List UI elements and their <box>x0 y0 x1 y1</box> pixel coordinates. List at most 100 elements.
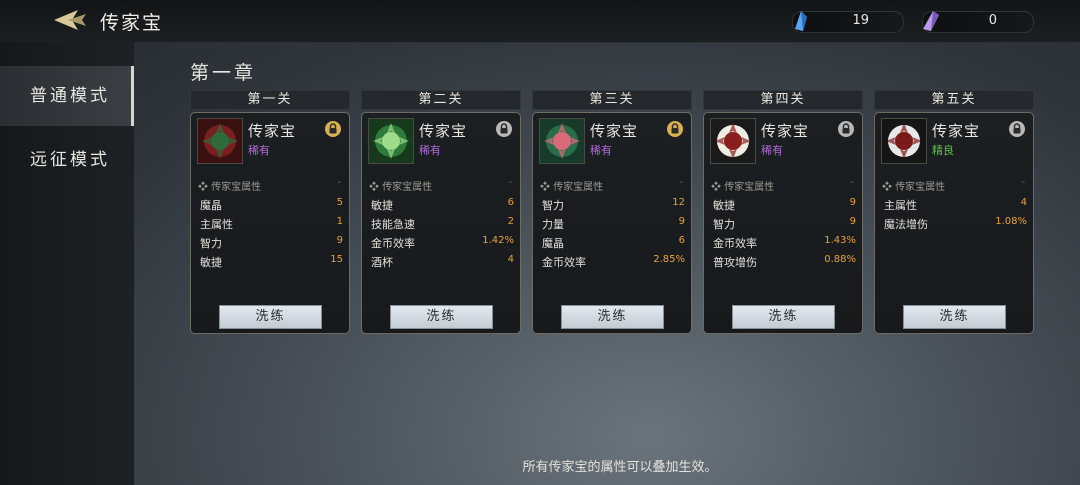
blue-crystal-count: 19 <box>852 13 869 28</box>
attr-name: 金币效率 <box>542 256 586 269</box>
attr-name: 酒杯 <box>371 256 393 269</box>
divider-dot: - <box>1021 177 1025 188</box>
attr-row: 力量 9 <box>542 214 685 233</box>
reroll-button[interactable]: 洗练 <box>903 305 1006 329</box>
sidebar-item-expedition-mode[interactable]: 远征模式 <box>0 130 134 190</box>
reroll-button[interactable]: 洗练 <box>390 305 493 329</box>
rarity-label: 稀有 <box>419 144 441 157</box>
attr-name: 敏捷 <box>371 199 393 212</box>
attr-section-title: 传家宝属性 <box>895 182 946 193</box>
stage-label: 第三关 <box>532 90 692 110</box>
attr-value: 6 <box>678 235 685 246</box>
lock-icon[interactable] <box>325 121 341 137</box>
attr-section-header: ❖ 传家宝属性 - <box>369 177 514 193</box>
attr-section-title: 传家宝属性 <box>211 182 262 193</box>
heirloom-name: 传家宝 <box>248 122 297 140</box>
lock-icon[interactable] <box>667 121 683 137</box>
card-body: 传家宝 稀有 ❖ 传家宝属性 - 智力 12 力量 9 魔晶 6 金币效率 2.… <box>532 112 692 334</box>
attr-row: 智力 9 <box>713 214 856 233</box>
stage-label: 第二关 <box>361 90 521 110</box>
card-body: 传家宝 精良 ❖ 传家宝属性 - 主属性 4 魔法增伤 1.08% 洗练 <box>874 112 1034 334</box>
lock-icon[interactable] <box>496 121 512 137</box>
attr-value: 15 <box>330 254 343 265</box>
stage-label: 第四关 <box>703 90 863 110</box>
attr-name: 智力 <box>200 237 222 250</box>
sidebar-item-normal-mode[interactable]: 普通模式 <box>0 66 134 126</box>
attr-row: 主属性 1 <box>200 214 343 233</box>
rarity-label: 精良 <box>932 144 954 157</box>
attr-section-header: ❖ 传家宝属性 - <box>198 177 343 193</box>
attr-value: 0.88% <box>824 254 856 265</box>
attr-name: 敏捷 <box>200 256 222 269</box>
reroll-button[interactable]: 洗练 <box>732 305 835 329</box>
divider-dot: - <box>679 177 683 188</box>
attr-value: 1.43% <box>824 235 856 246</box>
attr-row: 魔法增伤 1.08% <box>884 214 1027 233</box>
card-body: 传家宝 稀有 ❖ 传家宝属性 - 敏捷 9 智力 9 金币效率 1.43% 普攻… <box>703 112 863 334</box>
divider-dot: - <box>508 177 512 188</box>
attr-name: 普攻增伤 <box>713 256 757 269</box>
heirloom-name: 传家宝 <box>590 122 639 140</box>
attr-value: 9 <box>849 216 856 227</box>
attr-row: 敏捷 6 <box>371 195 514 214</box>
page-title: 传家宝 <box>100 12 164 34</box>
attr-name: 魔晶 <box>542 237 564 250</box>
attr-name: 技能急速 <box>371 218 415 231</box>
lock-icon[interactable] <box>838 121 854 137</box>
heirloom-portrait-icon[interactable] <box>368 118 414 164</box>
attr-name: 金币效率 <box>713 237 757 250</box>
attr-name: 智力 <box>542 199 564 212</box>
attr-section-title: 传家宝属性 <box>553 182 604 193</box>
attr-value: 2 <box>507 216 514 227</box>
attr-value: 1 <box>336 216 343 227</box>
attr-name: 魔法增伤 <box>884 218 928 231</box>
chapter-title: 第一章 <box>190 62 257 84</box>
stage-label: 第五关 <box>874 90 1034 110</box>
divider-dot: - <box>337 177 341 188</box>
card-body: 传家宝 稀有 ❖ 传家宝属性 - 魔晶 5 主属性 1 智力 9 敏捷 15 洗… <box>190 112 350 334</box>
attr-list: 智力 12 力量 9 魔晶 6 金币效率 2.85% <box>542 195 685 271</box>
lock-icon[interactable] <box>1009 121 1025 137</box>
attr-name: 主属性 <box>884 199 917 212</box>
heirloom-portrait-icon[interactable] <box>197 118 243 164</box>
purple-crystal-icon <box>923 11 939 31</box>
attr-list: 魔晶 5 主属性 1 智力 9 敏捷 15 <box>200 195 343 271</box>
diamond-bullet-icon: ❖ <box>369 182 383 193</box>
rarity-label: 稀有 <box>761 144 783 157</box>
heirloom-portrait-icon[interactable] <box>881 118 927 164</box>
diamond-bullet-icon: ❖ <box>198 182 212 193</box>
diamond-bullet-icon: ❖ <box>540 182 554 193</box>
attr-value: 6 <box>507 197 514 208</box>
diamond-bullet-icon: ❖ <box>882 182 896 193</box>
attr-row: 主属性 4 <box>884 195 1027 214</box>
attr-value: 9 <box>336 235 343 246</box>
back-arrow-icon[interactable] <box>50 6 90 34</box>
attr-row: 敏捷 9 <box>713 195 856 214</box>
mode-sidebar: 普通模式 远征模式 <box>0 42 134 485</box>
heirloom-portrait-icon[interactable] <box>710 118 756 164</box>
attr-name: 智力 <box>713 218 735 231</box>
attr-value: 1.42% <box>482 235 514 246</box>
heirloom-card: 第五关 传家宝 精良 ❖ 传家宝属性 - 主属性 4 魔法增伤 1.08% 洗练 <box>874 90 1034 334</box>
attr-section-header: ❖ 传家宝属性 - <box>882 177 1027 193</box>
attr-row: 普攻增伤 0.88% <box>713 252 856 271</box>
attr-row: 金币效率 1.42% <box>371 233 514 252</box>
reroll-button[interactable]: 洗练 <box>561 305 664 329</box>
heirloom-portrait-icon[interactable] <box>539 118 585 164</box>
attr-row: 酒杯 4 <box>371 252 514 271</box>
blue-crystal-counter: 19 <box>792 11 904 33</box>
blue-crystal-icon <box>795 11 807 31</box>
attr-name: 主属性 <box>200 218 233 231</box>
reroll-button[interactable]: 洗练 <box>219 305 322 329</box>
attr-value: 2.85% <box>653 254 685 265</box>
attr-row: 金币效率 1.43% <box>713 233 856 252</box>
rarity-label: 稀有 <box>590 144 612 157</box>
purple-crystal-counter: 0 <box>922 11 1034 33</box>
attr-value: 9 <box>849 197 856 208</box>
attr-list: 敏捷 6 技能急速 2 金币效率 1.42% 酒杯 4 <box>371 195 514 271</box>
attr-section-title: 传家宝属性 <box>382 182 433 193</box>
purple-crystal-count: 0 <box>988 13 997 28</box>
attr-section-header: ❖ 传家宝属性 - <box>711 177 856 193</box>
attr-row: 魔晶 6 <box>542 233 685 252</box>
attr-value: 5 <box>336 197 343 208</box>
